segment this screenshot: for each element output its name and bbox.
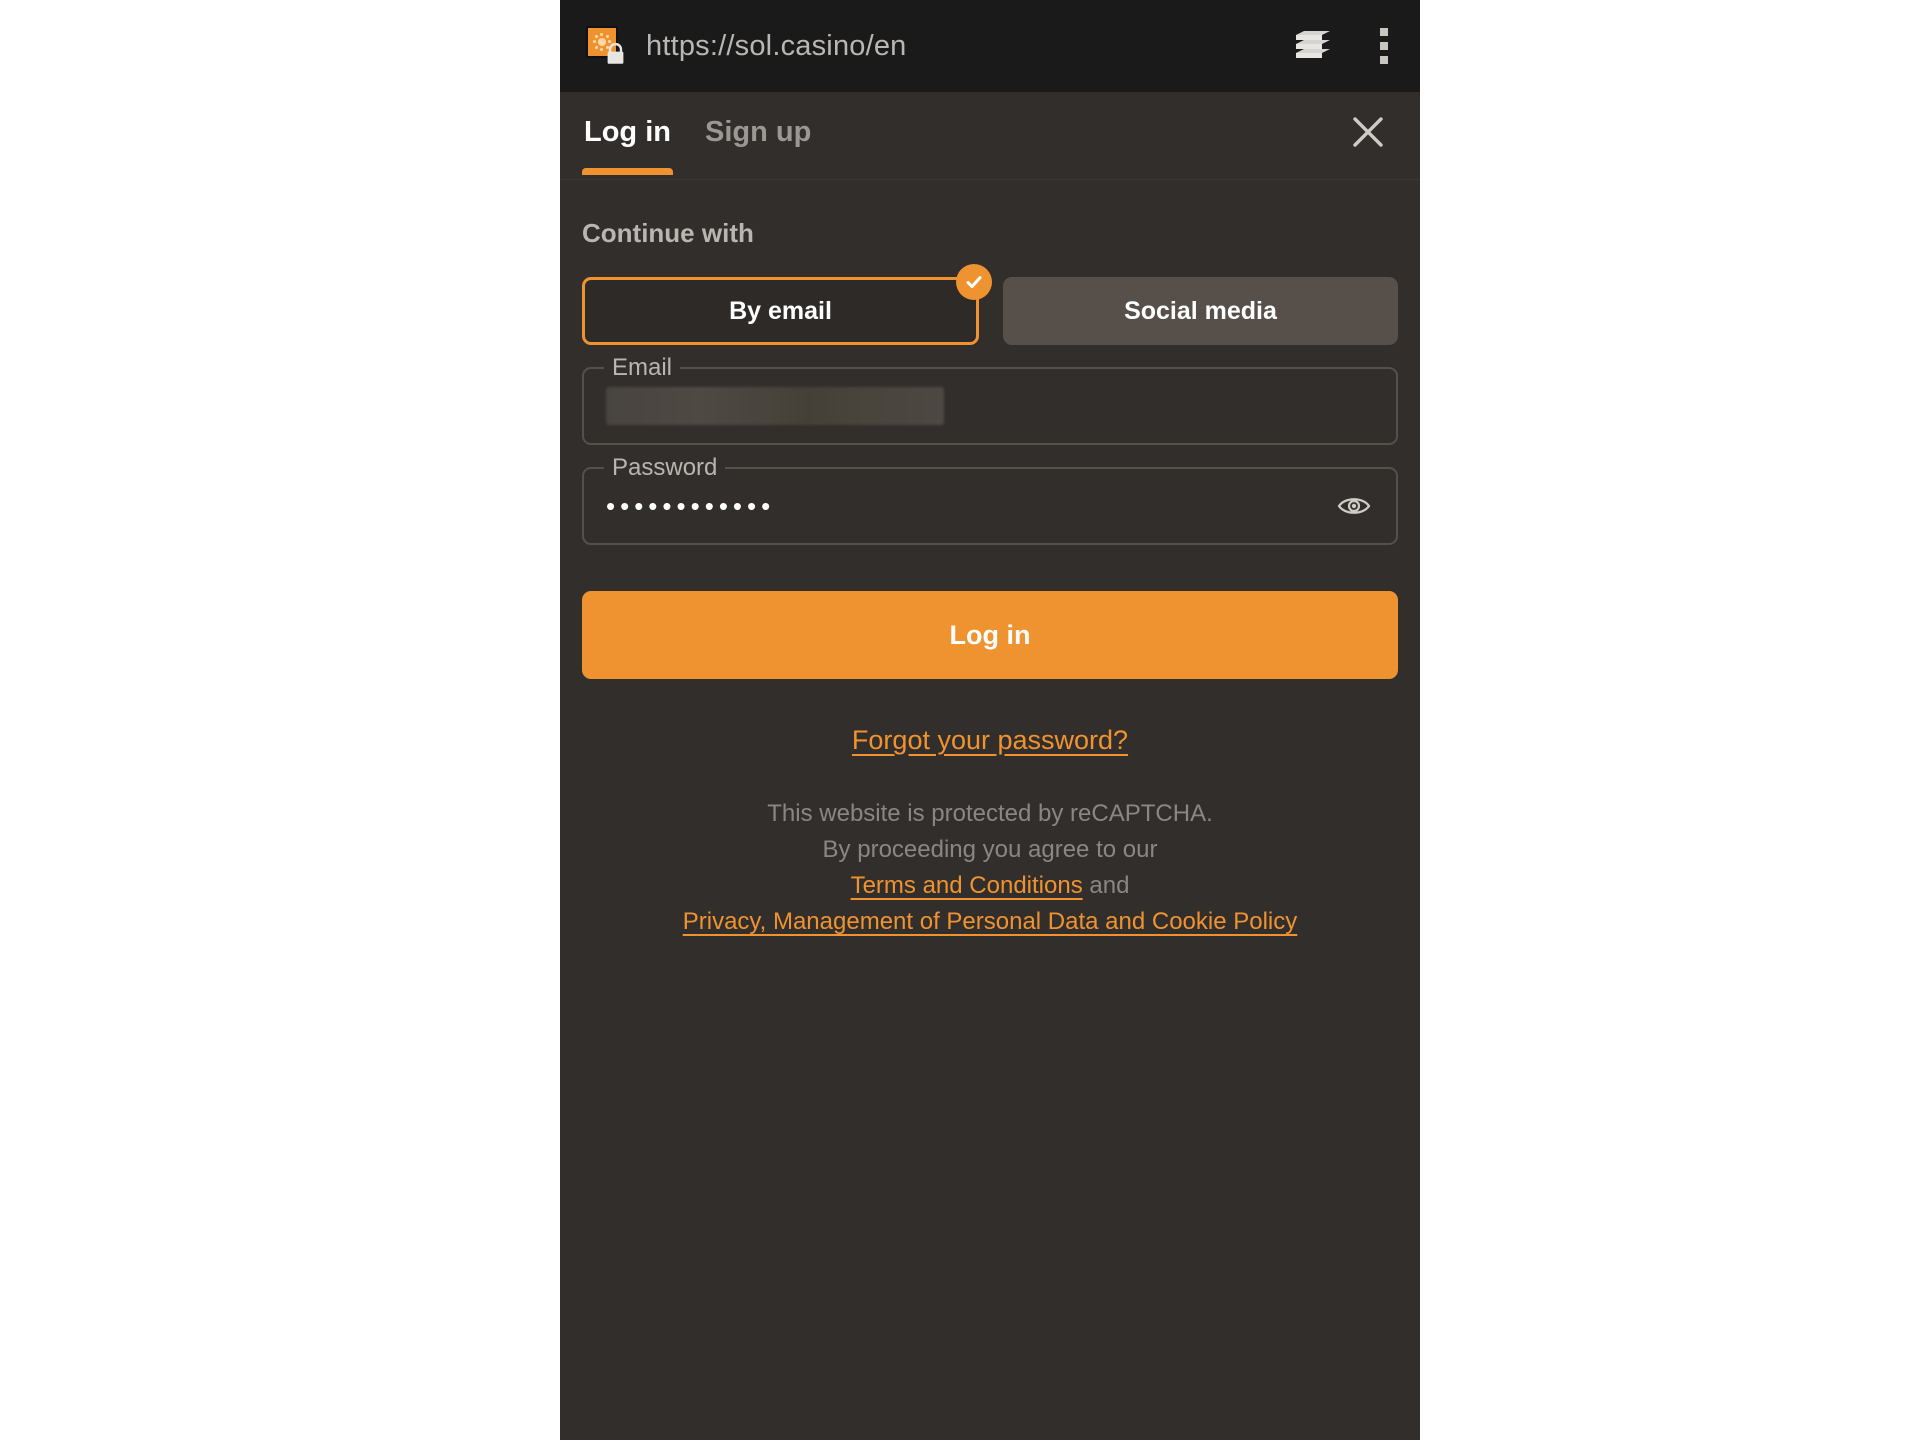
log-in-submit-button[interactable]: Log in — [582, 591, 1398, 679]
terms-and-conditions-link[interactable]: Terms and Conditions — [851, 872, 1083, 899]
selected-check-badge — [956, 264, 992, 300]
terms-line: Terms and Conditions and — [582, 868, 1398, 904]
url-text[interactable]: https://sol.casino/en — [646, 30, 907, 63]
three-dot-menu-icon[interactable] — [1372, 26, 1396, 66]
email-field[interactable]: Email — [582, 354, 1398, 445]
check-icon — [966, 276, 982, 289]
site-favicon — [586, 26, 626, 66]
eye-icon — [1337, 498, 1371, 514]
tab-sign-up[interactable]: Sign up — [703, 116, 813, 175]
password-field[interactable]: Password •••••••••••• — [582, 454, 1398, 545]
privacy-line: Privacy, Management of Personal Data and… — [582, 904, 1398, 940]
forgot-password-link[interactable]: Forgot your password? — [852, 725, 1128, 755]
lock-icon — [607, 43, 624, 64]
auth-modal-header: Log in Sign up — [560, 92, 1420, 180]
close-button[interactable] — [1342, 106, 1394, 158]
email-value-redacted — [606, 387, 944, 425]
tab-stack-icon[interactable] — [1294, 29, 1332, 63]
password-value: •••••••••••• — [606, 491, 776, 521]
tab-log-in[interactable]: Log in — [582, 116, 673, 175]
email-field-label: Email — [604, 354, 681, 382]
recaptcha-line: This website is protected by reCAPTCHA. — [767, 800, 1213, 827]
method-by-email-button[interactable]: By email — [582, 264, 992, 345]
browser-toolbar: https://sol.casino/en — [560, 0, 1420, 92]
method-social-media-label: Social media — [1124, 296, 1277, 325]
screenshot-frame: https://sol.casino/en Log in Sign up Con… — [0, 0, 1920, 1440]
auth-modal-body: Continue with By email Social media Emai… — [560, 180, 1420, 940]
auth-tabs: Log in Sign up — [582, 116, 813, 175]
browser-actions — [1294, 26, 1396, 66]
method-selector: By email Social media — [582, 264, 1398, 345]
method-by-email-label: By email — [729, 296, 832, 325]
legal-text: This website is protected by reCAPTCHA. … — [582, 796, 1398, 940]
close-icon — [1353, 117, 1383, 147]
toggle-password-visibility-button[interactable] — [1334, 486, 1374, 526]
password-field-label: Password — [604, 454, 726, 482]
browser-viewport: https://sol.casino/en Log in Sign up Con… — [560, 0, 1420, 1440]
method-social-media-button[interactable]: Social media — [1003, 277, 1398, 345]
legal-conjunction: and — [1089, 872, 1130, 899]
privacy-policy-link[interactable]: Privacy, Management of Personal Data and… — [683, 908, 1298, 935]
continue-with-label: Continue with — [582, 218, 754, 248]
agreement-line: By proceeding you agree to our — [822, 836, 1158, 863]
forgot-password-row: Forgot your password? — [582, 725, 1398, 756]
